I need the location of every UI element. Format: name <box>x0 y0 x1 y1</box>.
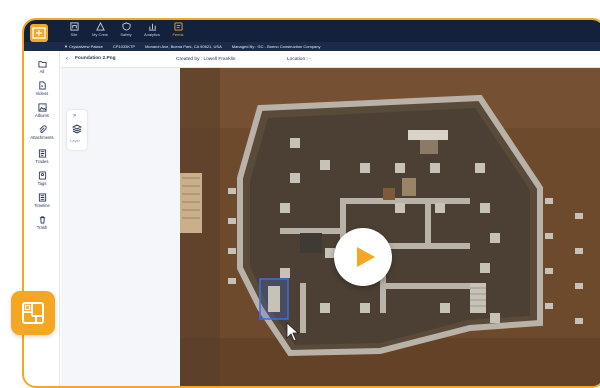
nav-safety[interactable]: Safety <box>114 22 138 42</box>
sidebar-label-trades: Trades <box>35 159 49 164</box>
sidebar-item-albums[interactable]: Albums <box>24 103 60 118</box>
nav-crew-label: My Crew <box>92 32 108 37</box>
nav-my-crew[interactable]: My Crew <box>88 22 112 42</box>
app-logo[interactable] <box>30 24 48 42</box>
media-viewer: » Layer <box>61 68 600 386</box>
sidebar-item-trash[interactable]: Trash <box>24 215 60 230</box>
sidebar-label-attachments: Attachments <box>30 135 54 140</box>
layers-icon[interactable] <box>72 124 82 134</box>
sidebar-item-trades[interactable]: Trades <box>24 149 60 164</box>
nav-site[interactable]: Site <box>62 22 86 42</box>
sidebar-label-all: All <box>39 69 45 74</box>
file-header: ‹ Foundation 2.Png Created by : Lowell F… <box>61 51 600 68</box>
tag-icon <box>38 171 46 180</box>
top-navbar: Site My Crew Safety Analytics Feeds <box>24 20 600 42</box>
play-icon <box>357 247 375 267</box>
sidebar-item-all[interactable]: All <box>24 59 60 74</box>
project-address: Monarch Ave, Buena Park, CA 90621, USA <box>145 44 222 49</box>
sidebar-item-tags[interactable]: Tags <box>24 171 60 186</box>
nav-site-label: Site <box>70 32 78 37</box>
project-info-bar: ▼ Crystalview Palace CP1033KTP Monarch A… <box>24 42 600 51</box>
layer-panel: » Layer <box>67 110 87 150</box>
nav-analytics-label: Analytics <box>143 32 160 37</box>
trash-icon <box>39 216 45 224</box>
folder-icon <box>37 61 47 68</box>
sidebar-item-attachments[interactable]: Attachments <box>24 125 60 140</box>
site-icon <box>69 22 79 31</box>
app-window: Site My Crew Safety Analytics Feeds ▼ Cr… <box>22 18 600 388</box>
feeds-icon <box>173 22 183 31</box>
back-button[interactable]: ‹ <box>66 56 68 62</box>
file-name: Foundation 2.Png <box>75 56 116 61</box>
crew-icon <box>95 22 105 31</box>
project-manager: Managed By : GC - Bueno Construction Com… <box>231 44 321 49</box>
sidebar-item-videos[interactable]: Videos <box>24 81 60 96</box>
video-file-icon <box>38 81 46 90</box>
nav-safety-label: Safety <box>120 32 132 37</box>
sidebar-label-timeline: Timeline <box>34 203 50 208</box>
created-by: Created by : Lowell Franklin <box>176 57 236 62</box>
sidebar-label-videos: Videos <box>35 91 49 96</box>
nav-feeds-label: Feeds <box>172 32 184 37</box>
project-code: CP1033KTP <box>112 44 136 49</box>
play-button[interactable] <box>334 228 392 286</box>
project-selector[interactable]: ▼ Crystalview Palace <box>64 44 103 49</box>
floor-plan-feature-badge <box>11 291 55 335</box>
sidebar-label-tags: Tags <box>37 181 47 186</box>
nav-feeds[interactable]: Feeds <box>166 22 190 42</box>
sidebar-label-trash: Trash <box>36 225 48 230</box>
paperclip-icon <box>38 125 47 133</box>
sidebar-item-timeline[interactable]: Timeline <box>24 193 60 208</box>
location: Location : - <box>287 57 311 62</box>
trades-icon <box>38 149 46 158</box>
main-nav: Site My Crew Safety Analytics Feeds <box>62 22 192 42</box>
shield-icon <box>121 22 131 31</box>
chart-icon <box>148 23 156 31</box>
aerial-foundation-image <box>180 68 600 386</box>
nav-analytics[interactable]: Analytics <box>140 22 164 42</box>
expand-panel-button[interactable]: » <box>73 113 76 119</box>
layer-label: Layer <box>70 138 81 143</box>
foundation-photo[interactable] <box>180 68 600 386</box>
album-icon <box>37 103 47 112</box>
floor-plan-icon <box>22 302 44 324</box>
timeline-icon <box>38 193 46 202</box>
sidebar-label-albums: Albums <box>35 113 49 118</box>
media-sidebar: All Videos Albums Attachments Trades Tag… <box>24 51 60 386</box>
